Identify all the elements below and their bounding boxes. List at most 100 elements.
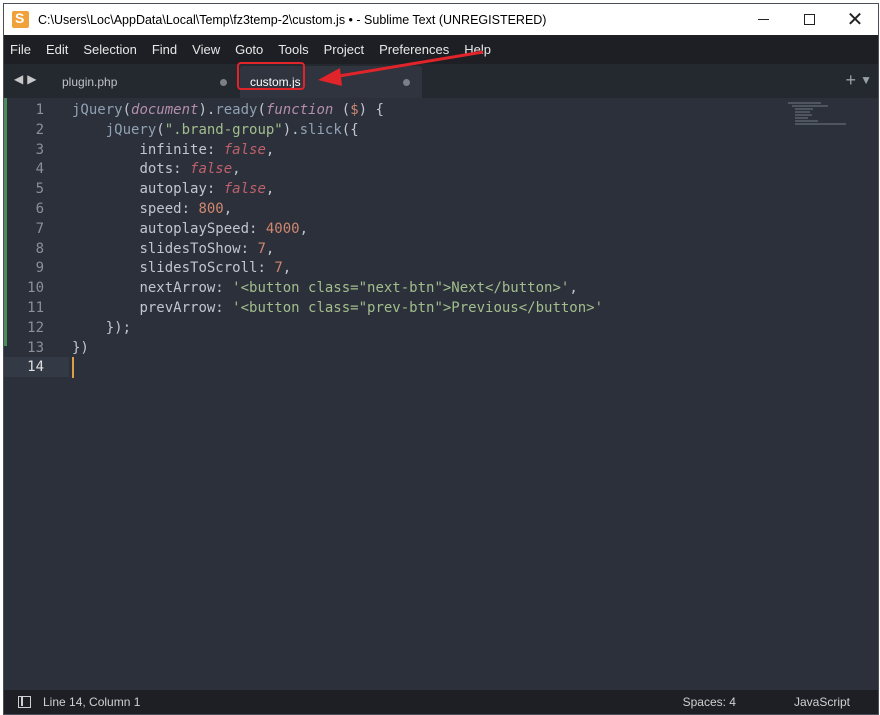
- menu-file[interactable]: File: [10, 42, 31, 57]
- tab-list-dropdown-icon[interactable]: ▼: [860, 73, 872, 87]
- code-token: ,: [282, 260, 292, 277]
- code-line[interactable]: 6 speed: 800,: [4, 199, 878, 219]
- code-line[interactable]: 3 infinite: false,: [4, 140, 878, 160]
- modified-dot-icon[interactable]: [220, 79, 227, 86]
- minimap-row: [788, 102, 821, 104]
- tab-plugin-php[interactable]: plugin.php: [44, 66, 239, 98]
- code-token: false: [223, 141, 266, 158]
- panel-toggle-icon[interactable]: [18, 696, 31, 708]
- tab-bar: ◀▶ plugin.php custom.js + ▼: [4, 64, 878, 98]
- code-token: ,: [265, 240, 275, 257]
- line-number: 12: [27, 319, 44, 336]
- code-token: ).: [282, 121, 300, 138]
- code-token: :: [215, 300, 233, 316]
- code-token: 7: [257, 240, 266, 257]
- annotation-highlight-box: [237, 62, 305, 90]
- minimap-row: [791, 105, 828, 107]
- code-token: (: [333, 102, 351, 118]
- minimize-button[interactable]: [740, 4, 786, 35]
- minimap[interactable]: [788, 102, 848, 132]
- maximize-button[interactable]: [786, 4, 832, 35]
- modified-dot-icon[interactable]: [403, 79, 410, 86]
- code-token: :: [173, 161, 191, 178]
- line-number: 9: [35, 260, 44, 277]
- code-token: :: [257, 260, 275, 277]
- minimap-row: [795, 114, 812, 116]
- code-text: autoplay: false,: [72, 179, 274, 199]
- text-cursor: [72, 357, 74, 379]
- code-token: 4000: [265, 220, 300, 237]
- code-line[interactable]: 8 slidesToShow: 7,: [4, 239, 878, 259]
- tab-nav-arrows-icon[interactable]: ◀▶: [14, 72, 40, 86]
- menu-view[interactable]: View: [192, 42, 220, 57]
- menu-selection[interactable]: Selection: [83, 42, 136, 57]
- line-number: 2: [35, 121, 44, 138]
- code-text: jQuery(document).ready(function ($) {: [72, 100, 384, 120]
- indentation-setting[interactable]: Spaces: 4: [683, 695, 736, 709]
- code-token: ).: [198, 102, 216, 118]
- code-token: (: [156, 121, 165, 138]
- menu-help[interactable]: Help: [464, 42, 491, 57]
- code-token: function: [265, 102, 334, 118]
- line-number: 7: [35, 220, 44, 237]
- code-line[interactable]: 14: [4, 357, 69, 378]
- code-token: :: [249, 220, 266, 237]
- menu-edit[interactable]: Edit: [46, 42, 68, 57]
- menu-find[interactable]: Find: [152, 42, 177, 57]
- code-text: });: [72, 318, 131, 338]
- menu-tools[interactable]: Tools: [278, 42, 308, 57]
- code-text: prevArrow: '<button class="prev-btn">Pre…: [72, 298, 603, 318]
- line-number: 11: [27, 300, 44, 316]
- code-token: infinite: [139, 141, 207, 158]
- code-token: }): [72, 339, 89, 356]
- sublime-window: C:\Users\Loc\AppData\Local\Temp\fz3temp-…: [3, 3, 879, 715]
- minimap-row: [795, 123, 847, 125]
- new-tab-plus-icon[interactable]: +: [845, 70, 856, 91]
- code-text: jQuery(".brand-group").slick({: [72, 120, 359, 140]
- code-token: ,: [223, 201, 233, 217]
- code-token: '<button class="prev-btn">Previous</butt…: [232, 300, 604, 316]
- code-token: prevArrow: [139, 300, 216, 316]
- code-line[interactable]: 2 jQuery(".brand-group").slick({: [4, 120, 878, 140]
- menu-preferences[interactable]: Preferences: [379, 42, 449, 57]
- code-line[interactable]: 10 nextArrow: '<button class="next-btn">…: [4, 278, 878, 298]
- code-text: }): [72, 338, 89, 358]
- code-line[interactable]: 11 prevArrow: '<button class="prev-btn">…: [4, 298, 878, 318]
- code-line[interactable]: 5 autoplay: false,: [4, 179, 878, 199]
- menu-goto[interactable]: Goto: [235, 42, 263, 57]
- code-token: :: [181, 201, 199, 217]
- minimap-row: [795, 111, 811, 113]
- close-button[interactable]: ✕: [832, 4, 878, 35]
- code-token: slick: [299, 121, 342, 138]
- cursor-position: Line 14, Column 1: [43, 695, 141, 709]
- status-bar: Line 14, Column 1 Spaces: 4 JavaScript: [4, 690, 878, 714]
- code-line[interactable]: 12 });: [4, 318, 878, 338]
- code-editor[interactable]: 1 jQuery(document).ready(function ($) {2 …: [4, 98, 878, 692]
- window-title: C:\Users\Loc\AppData\Local\Temp\fz3temp-…: [38, 12, 547, 27]
- line-number: 14: [27, 359, 44, 376]
- code-token: ,: [569, 280, 578, 297]
- window-controls: ✕: [740, 4, 878, 35]
- code-line[interactable]: 1 jQuery(document).ready(function ($) {: [4, 100, 878, 120]
- code-line[interactable]: 9 slidesToScroll: 7,: [4, 258, 878, 278]
- code-line[interactable]: 4 dots: false,: [4, 159, 878, 179]
- code-line[interactable]: 13}): [4, 338, 878, 358]
- line-number: 1: [35, 102, 44, 118]
- code-line[interactable]: 7 autoplaySpeed: 4000,: [4, 219, 878, 239]
- code-token: 7: [274, 260, 283, 277]
- syntax-selector[interactable]: JavaScript: [794, 695, 850, 709]
- code-text: infinite: false,: [72, 140, 274, 160]
- code-token: ,: [299, 220, 309, 237]
- menu-project[interactable]: Project: [324, 42, 364, 57]
- minimap-row: [795, 117, 809, 119]
- code-token: ".brand-group": [164, 121, 283, 138]
- code-token: :: [215, 280, 233, 297]
